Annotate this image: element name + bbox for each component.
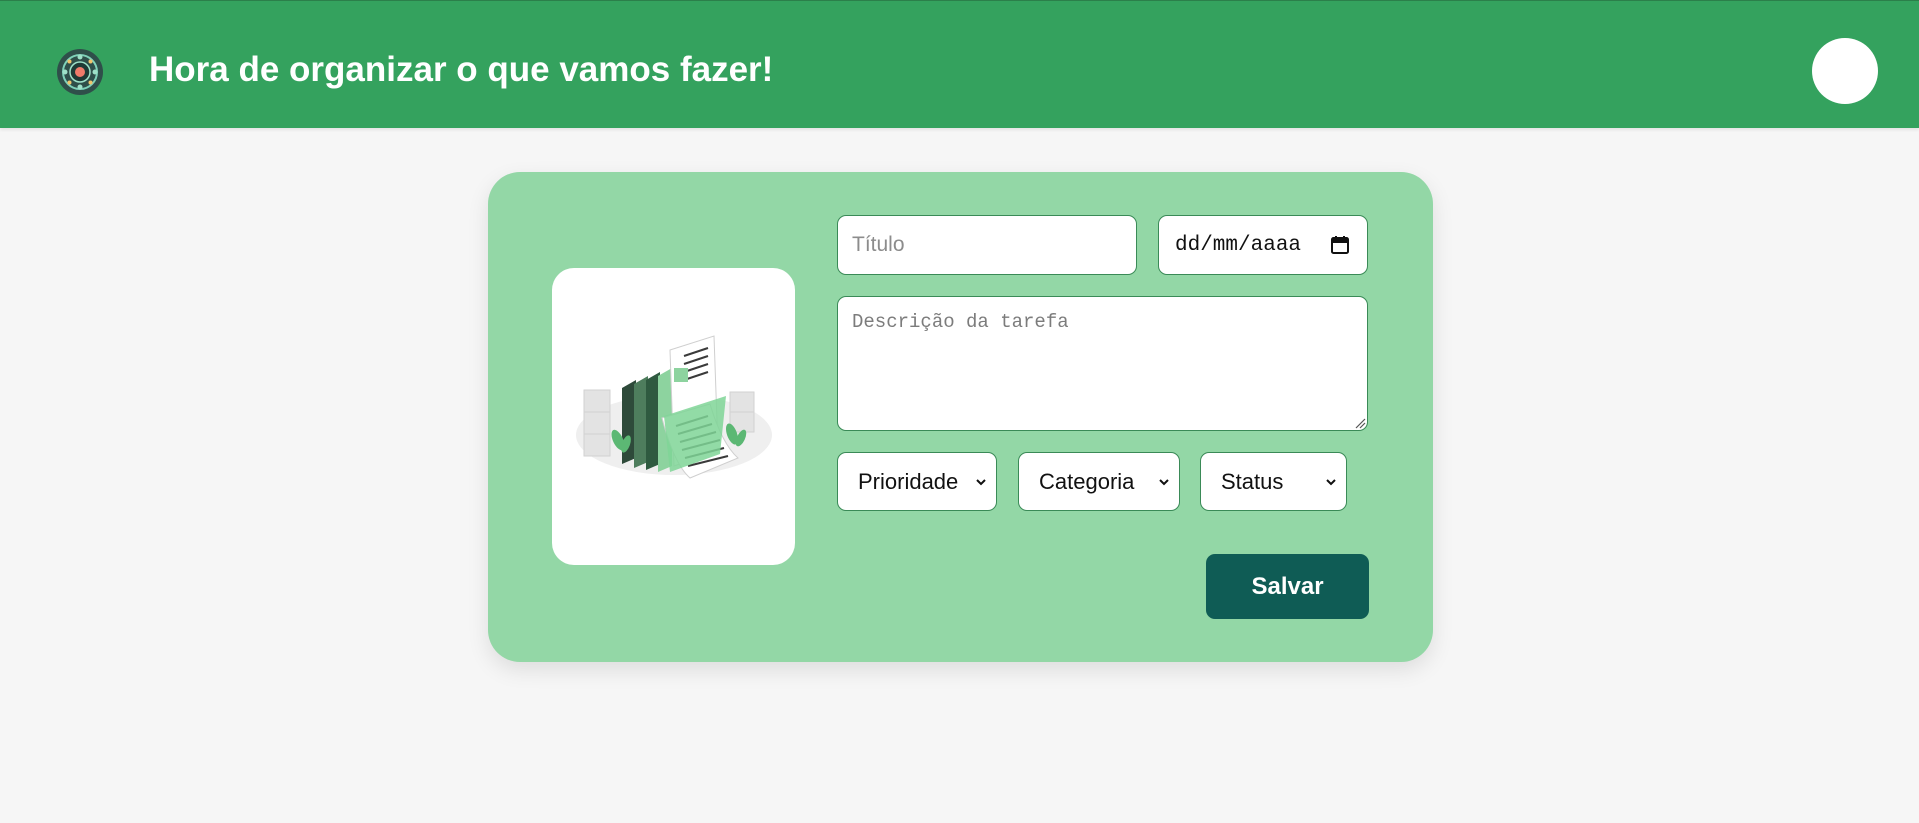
status-select-label: Status xyxy=(1221,468,1284,494)
category-select-label: Categoria xyxy=(1039,468,1135,494)
task-form-card: dd/mm/aaaa Prioridade Categoria Status S… xyxy=(488,172,1433,662)
priority-select[interactable]: Prioridade xyxy=(837,452,997,511)
page-title: Hora de organizar o que vamos fazer! xyxy=(149,50,774,89)
priority-select-label: Prioridade xyxy=(858,468,959,494)
mandala-logo-icon xyxy=(57,49,103,95)
calendar-icon[interactable] xyxy=(1330,235,1350,255)
status-select[interactable]: Status xyxy=(1200,452,1347,511)
avatar-icon[interactable] xyxy=(1812,38,1878,104)
chevron-down-icon xyxy=(1159,478,1169,485)
chevron-down-icon xyxy=(1326,478,1336,485)
top-bar: Hora de organizar o que vamos fazer! xyxy=(0,0,1919,128)
date-placeholder: dd/mm/aaaa xyxy=(1175,233,1302,257)
date-input[interactable]: dd/mm/aaaa xyxy=(1158,215,1368,275)
description-textarea[interactable] xyxy=(837,296,1368,431)
documents-illustration xyxy=(552,268,795,565)
category-select[interactable]: Categoria xyxy=(1018,452,1180,511)
save-button[interactable]: Salvar xyxy=(1206,554,1369,619)
resize-grip-icon[interactable] xyxy=(1354,417,1366,429)
chevron-down-icon xyxy=(976,478,986,485)
title-input[interactable] xyxy=(837,215,1137,275)
